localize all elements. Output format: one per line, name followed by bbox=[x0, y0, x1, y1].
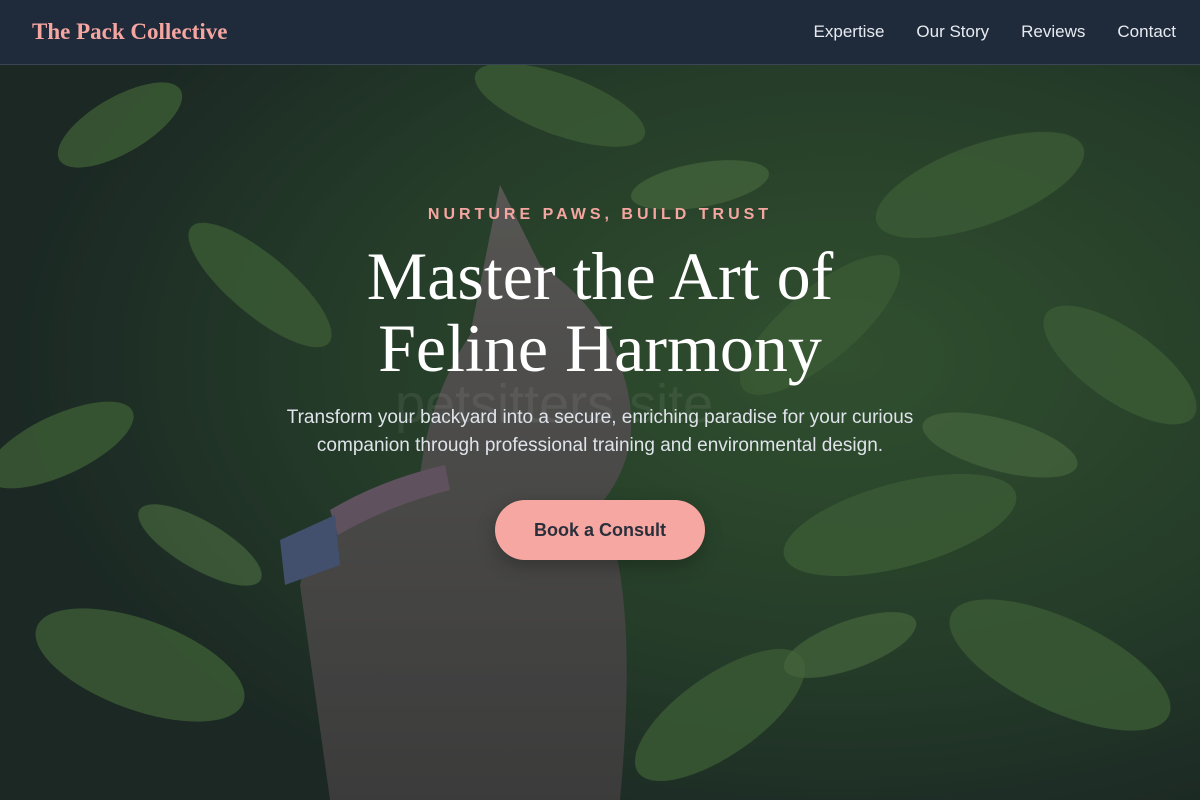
nav-link-contact[interactable]: Contact bbox=[1117, 22, 1176, 42]
hero-eyebrow: NURTURE PAWS, BUILD TRUST bbox=[427, 206, 773, 223]
hero-content: NURTURE PAWS, BUILD TRUST Master the Art… bbox=[0, 65, 1200, 800]
hero-subtitle: Transform your backyard into a secure, e… bbox=[286, 407, 914, 456]
hero-title: Master the Art of Feline Harmony bbox=[366, 238, 834, 386]
brand-logo[interactable]: The Pack Collective bbox=[32, 19, 227, 45]
nav-link-our-story[interactable]: Our Story bbox=[916, 22, 989, 42]
hero-section: petsitters site NURTURE PAWS, BUILD TRUS… bbox=[0, 65, 1200, 800]
nav-link-expertise[interactable]: Expertise bbox=[814, 22, 885, 42]
main-nav: Expertise Our Story Reviews Contact bbox=[814, 22, 1176, 42]
site-header: The Pack Collective Expertise Our Story … bbox=[0, 0, 1200, 65]
book-consult-button[interactable]: Book a Consult bbox=[495, 500, 705, 560]
nav-link-reviews[interactable]: Reviews bbox=[1021, 22, 1085, 42]
